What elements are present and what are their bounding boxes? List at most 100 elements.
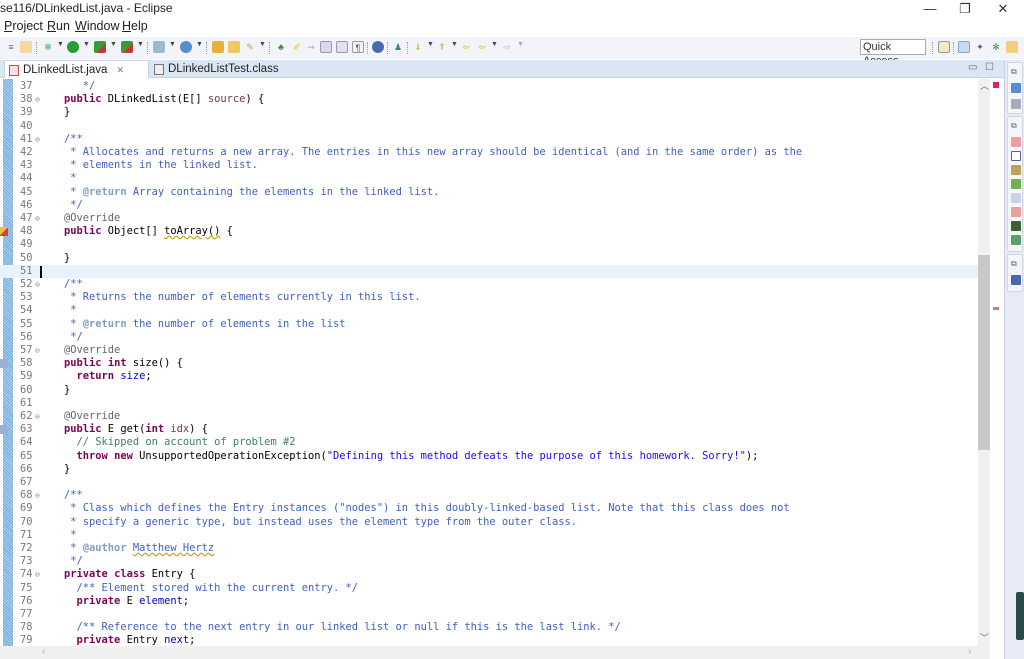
new-class-dropdown-icon[interactable]: ▼ — [196, 41, 203, 48]
fold-toggle-icon[interactable]: ⊖ — [35, 133, 40, 146]
monitor-icon[interactable] — [1011, 275, 1021, 285]
next-annotation-icon[interactable]: ⇓ — [412, 41, 424, 53]
code-line[interactable]: 61 — [0, 397, 978, 410]
code-line[interactable]: 47 ⊖ @Override — [0, 212, 978, 225]
fold-toggle-icon[interactable]: ⊖ — [35, 344, 40, 357]
code-line[interactable]: 54 * — [0, 304, 978, 317]
toggle-ant-icon[interactable]: ≡ — [5, 41, 17, 53]
toggle-mark-occurrences-icon[interactable]: ♣ — [275, 41, 287, 53]
fold-toggle-icon[interactable]: ⊖ — [35, 568, 40, 581]
next-annotation-dropdown-icon[interactable]: ▼ — [427, 41, 434, 48]
new-java-class-icon[interactable] — [180, 41, 192, 53]
code-line[interactable]: 41 ⊖ /** — [0, 133, 978, 146]
code-editor[interactable]: 37 */38 ⊖ public DLinkedList(E[] source) {… — [0, 79, 990, 646]
restore-icon[interactable]: ⧉ — [1011, 121, 1021, 131]
external-tools-dropdown-icon[interactable]: ▼ — [137, 41, 144, 48]
override-marker-icon[interactable] — [0, 359, 8, 369]
close-tab-icon[interactable]: ✕ — [117, 65, 125, 75]
fold-toggle-icon[interactable]: ⊖ — [35, 93, 40, 106]
open-task-icon[interactable] — [228, 41, 240, 53]
scrollbar-thumb[interactable] — [978, 255, 990, 450]
fold-toggle-icon[interactable]: ⊖ — [35, 489, 40, 502]
code-line[interactable]: 63 public E get(int idx) { — [0, 423, 978, 436]
fold-toggle-icon[interactable]: ⊖ — [35, 278, 40, 291]
code-line[interactable]: 51 — [0, 264, 978, 278]
globe-icon[interactable] — [372, 41, 384, 53]
java-ee-perspective-icon[interactable] — [958, 41, 970, 53]
scroll-right-icon[interactable]: › — [968, 646, 971, 657]
search-view-icon[interactable] — [1011, 193, 1021, 203]
code-line[interactable]: 71 * — [0, 529, 978, 542]
heap-status-widget[interactable] — [1016, 592, 1024, 640]
previous-annotation-icon[interactable]: ⇑ — [436, 41, 448, 53]
forward-dropdown-icon[interactable]: ▼ — [517, 41, 524, 48]
override-marker-icon[interactable] — [0, 425, 8, 435]
code-line[interactable]: 37 */ — [0, 80, 978, 93]
close-window-button[interactable]: ✕ — [988, 0, 1018, 18]
code-line[interactable]: 58 public int size() { — [0, 357, 978, 370]
open-type-icon[interactable] — [212, 41, 224, 53]
toggle-breadcrumb-icon[interactable] — [20, 41, 32, 53]
format-icon[interactable] — [336, 41, 348, 53]
previous-annotation-dropdown-icon[interactable]: ▼ — [451, 41, 458, 48]
javadoc-icon[interactable] — [1011, 151, 1021, 161]
run-dropdown-icon[interactable]: ▼ — [83, 41, 90, 48]
problems-icon[interactable] — [1011, 137, 1021, 147]
new-java-project-icon[interactable] — [153, 41, 165, 53]
code-line[interactable]: 76 private E element; — [0, 595, 978, 608]
download-icon[interactable] — [1011, 235, 1021, 245]
task-list-icon[interactable] — [1011, 99, 1021, 109]
code-line[interactable]: 59 return size; — [0, 370, 978, 383]
java-perspective-icon[interactable]: ✦ — [974, 41, 986, 53]
show-whitespace-characters-icon[interactable]: ¶ — [352, 41, 364, 53]
code-line[interactable]: 57 ⊖ @Override — [0, 344, 978, 357]
code-line[interactable]: 38 ⊖ public DLinkedList(E[] source) { — [0, 93, 978, 106]
quick-access-input[interactable]: Quick Access — [860, 39, 926, 67]
vertical-scrollbar[interactable]: ︿ ﹀ — [978, 79, 990, 646]
code-line[interactable]: 72 * @author Matthew Hertz — [0, 542, 978, 555]
debug-dropdown-icon[interactable]: ▼ — [57, 41, 64, 48]
fold-toggle-icon[interactable]: ⊖ — [35, 410, 40, 423]
code-line[interactable]: 64 // Skipped on account of problem #2 — [0, 436, 978, 449]
code-line[interactable]: 75 /** Element stored with the current e… — [0, 582, 978, 595]
paragraph-icon[interactable] — [320, 41, 332, 53]
toggle-block-selection-icon[interactable]: ✐ — [291, 41, 303, 53]
code-line[interactable]: 79 private Entry next; — [0, 634, 978, 646]
scroll-left-icon[interactable]: ‹ — [42, 646, 45, 657]
code-line[interactable]: 50} — [0, 252, 978, 265]
code-line[interactable]: 55 * @return the number of elements in t… — [0, 318, 978, 331]
forward-icon[interactable]: ⇨ — [501, 41, 513, 53]
coverage-icon[interactable] — [94, 41, 106, 53]
restore-icon[interactable]: ⧉ — [1011, 67, 1021, 77]
coverage-dropdown-icon[interactable]: ▼ — [110, 41, 117, 48]
minimize-editor-icon[interactable]: ▭ — [968, 62, 977, 73]
code-line[interactable]: 44 * — [0, 172, 978, 185]
code-line[interactable]: 48 public Object[] toArray() { — [0, 225, 978, 238]
maximize-editor-icon[interactable]: ☐ — [985, 62, 994, 73]
code-line[interactable]: 45 * @return Array containing the elemen… — [0, 186, 978, 199]
minimize-button[interactable]: — — [915, 0, 945, 18]
code-line[interactable]: 52 ⊖ /** — [0, 278, 978, 291]
code-line[interactable]: 62 ⊖ @Override — [0, 410, 978, 423]
debug-icon[interactable]: ✻ — [42, 41, 54, 53]
show-whitespace-icon[interactable]: ⇝ — [305, 41, 317, 53]
outline-icon[interactable] — [1011, 83, 1021, 93]
open-perspective-icon[interactable] — [938, 41, 950, 53]
code-line[interactable]: 42 * Allocates and returns a new array. … — [0, 146, 978, 159]
code-line[interactable]: 73 */ — [0, 555, 978, 568]
code-line[interactable]: 49 — [0, 238, 978, 251]
code-line[interactable]: 39} — [0, 106, 978, 119]
tab-dlinkedlisttest-class[interactable]: DLinkedListTest.class — [150, 60, 300, 78]
search-dropdown-icon[interactable]: ▼ — [259, 41, 266, 48]
code-line[interactable]: 78 /** Reference to the next entry in ou… — [0, 621, 978, 634]
restore-icon[interactable]: ⧉ — [1011, 259, 1021, 269]
code-line[interactable]: 74 ⊖ private class Entry { — [0, 568, 978, 581]
debug-perspective-icon[interactable]: ✻ — [990, 41, 1002, 53]
external-tools-icon[interactable] — [121, 41, 133, 53]
back-icon[interactable]: ⇦ — [476, 41, 488, 53]
code-line[interactable]: 77 — [0, 608, 978, 621]
code-line[interactable]: 53 * Returns the number of elements curr… — [0, 291, 978, 304]
error-marker[interactable] — [993, 307, 999, 310]
menu-window[interactable]: Window — [75, 19, 119, 33]
code-line[interactable]: 68 ⊖ /** — [0, 489, 978, 502]
